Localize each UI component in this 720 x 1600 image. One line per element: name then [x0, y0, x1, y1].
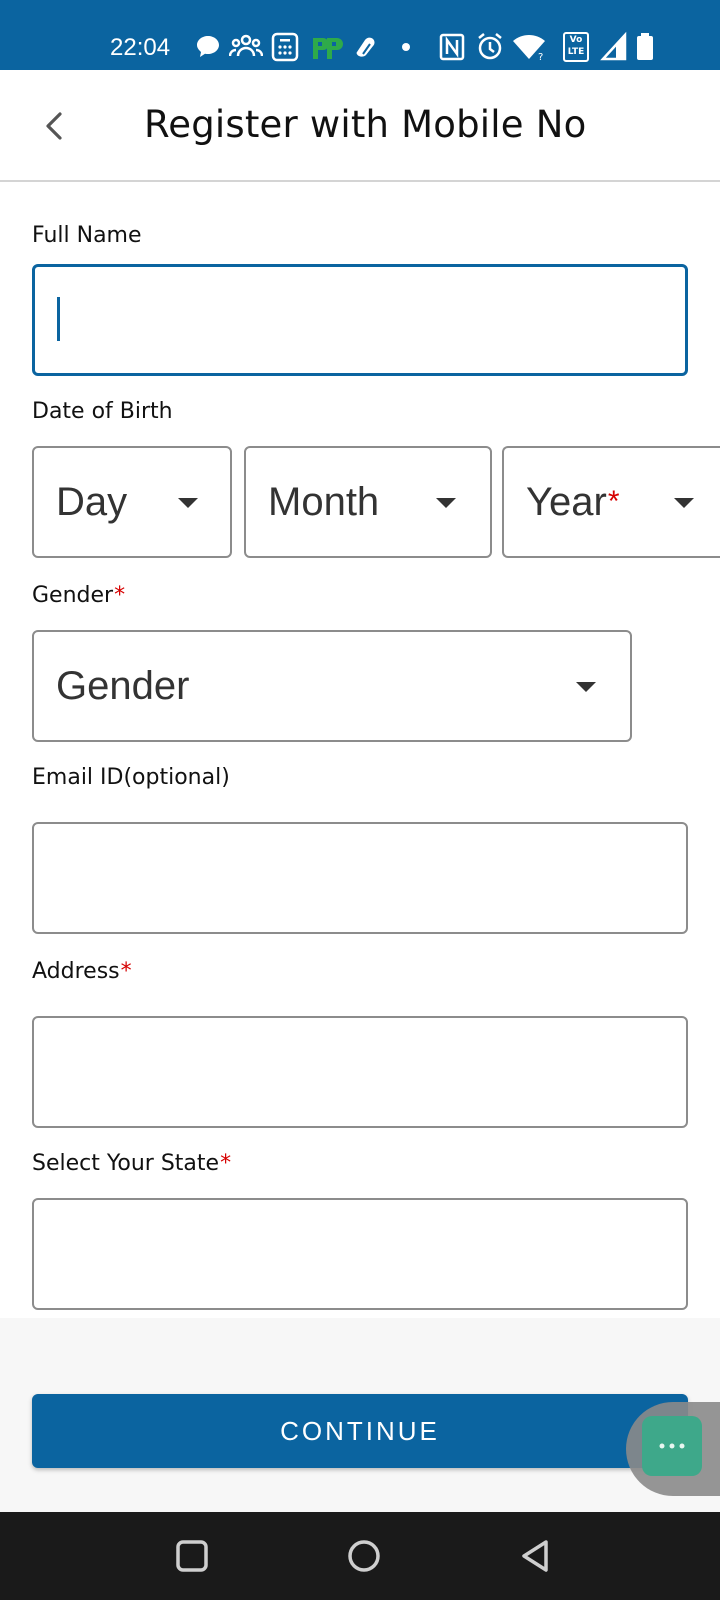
full-name-label-text: Full Name: [32, 223, 142, 248]
dob-label-text: Date of Birth: [32, 399, 173, 424]
address-input[interactable]: [32, 1016, 688, 1128]
volte-label: Vo LTE: [567, 35, 585, 57]
recents-square-icon[interactable]: [170, 1534, 214, 1578]
status-bar: 22:04 ? Vo LTE: [0, 0, 720, 70]
gender-select[interactable]: Gender: [32, 630, 632, 742]
signal-icon: [600, 31, 627, 61]
app-bar: Register with Mobile No: [0, 70, 720, 182]
required-marker: *: [607, 485, 620, 518]
year-select-text: Year: [526, 480, 607, 524]
continue-button-label: CONTINUE: [280, 1415, 440, 1446]
day-select[interactable]: Day: [32, 446, 232, 558]
dropdown-arrow-icon: [436, 498, 456, 508]
system-nav-bar: [0, 1512, 720, 1600]
state-label: Select Your State*: [32, 1150, 231, 1178]
text-cursor: [57, 297, 60, 341]
volte-icon: Vo LTE: [563, 32, 589, 62]
email-label: Email ID(optional): [32, 764, 230, 792]
gender-select-value: Gender: [56, 664, 190, 708]
dropdown-arrow-icon: [178, 498, 198, 508]
email-label-text: Email ID(optional): [32, 765, 230, 790]
address-label: Address*: [32, 958, 132, 986]
back-triangle-icon[interactable]: [514, 1534, 558, 1578]
full-name-input[interactable]: [32, 264, 688, 376]
email-input[interactable]: [32, 822, 688, 934]
continue-button[interactable]: CONTINUE: [32, 1394, 688, 1468]
gender-label: Gender*: [32, 582, 125, 610]
dropdown-arrow-icon: [576, 682, 596, 692]
calculator-icon: [271, 32, 299, 62]
chat-launcher-button[interactable]: [642, 1416, 702, 1476]
year-select-value: Year*: [526, 478, 620, 526]
required-marker: *: [114, 583, 126, 608]
status-time: 22:04: [110, 34, 171, 61]
day-select-value: Day: [56, 480, 128, 524]
required-marker: *: [120, 959, 132, 984]
chat-dots-icon: [659, 1443, 685, 1449]
nfc-icon: [439, 33, 465, 61]
svg-text:?: ?: [538, 52, 543, 63]
month-select[interactable]: Month: [244, 446, 492, 558]
chat-bubble-icon: [197, 36, 219, 57]
year-select[interactable]: Year*: [502, 446, 720, 558]
wifi-icon: ?: [513, 35, 545, 63]
dot-icon: [402, 43, 410, 51]
dropdown-arrow-icon: [674, 498, 694, 508]
required-marker: *: [220, 1151, 232, 1176]
dob-label: Date of Birth: [32, 398, 173, 426]
alarm-icon: [478, 33, 502, 60]
state-input[interactable]: [32, 1198, 688, 1310]
page-title: Register with Mobile No: [144, 103, 587, 146]
people-icon: [229, 34, 263, 57]
address-label-text: Address: [32, 959, 120, 984]
battery-icon: [637, 33, 653, 60]
full-name-label: Full Name: [32, 222, 142, 250]
link-icon: [356, 37, 375, 57]
home-circle-icon[interactable]: [342, 1534, 386, 1578]
gender-label-text: Gender: [32, 583, 114, 608]
chevron-left-icon[interactable]: [38, 108, 74, 144]
month-select-value: Month: [268, 480, 380, 524]
phonepe-icon: [313, 38, 343, 59]
state-label-text: Select Your State: [32, 1151, 220, 1176]
